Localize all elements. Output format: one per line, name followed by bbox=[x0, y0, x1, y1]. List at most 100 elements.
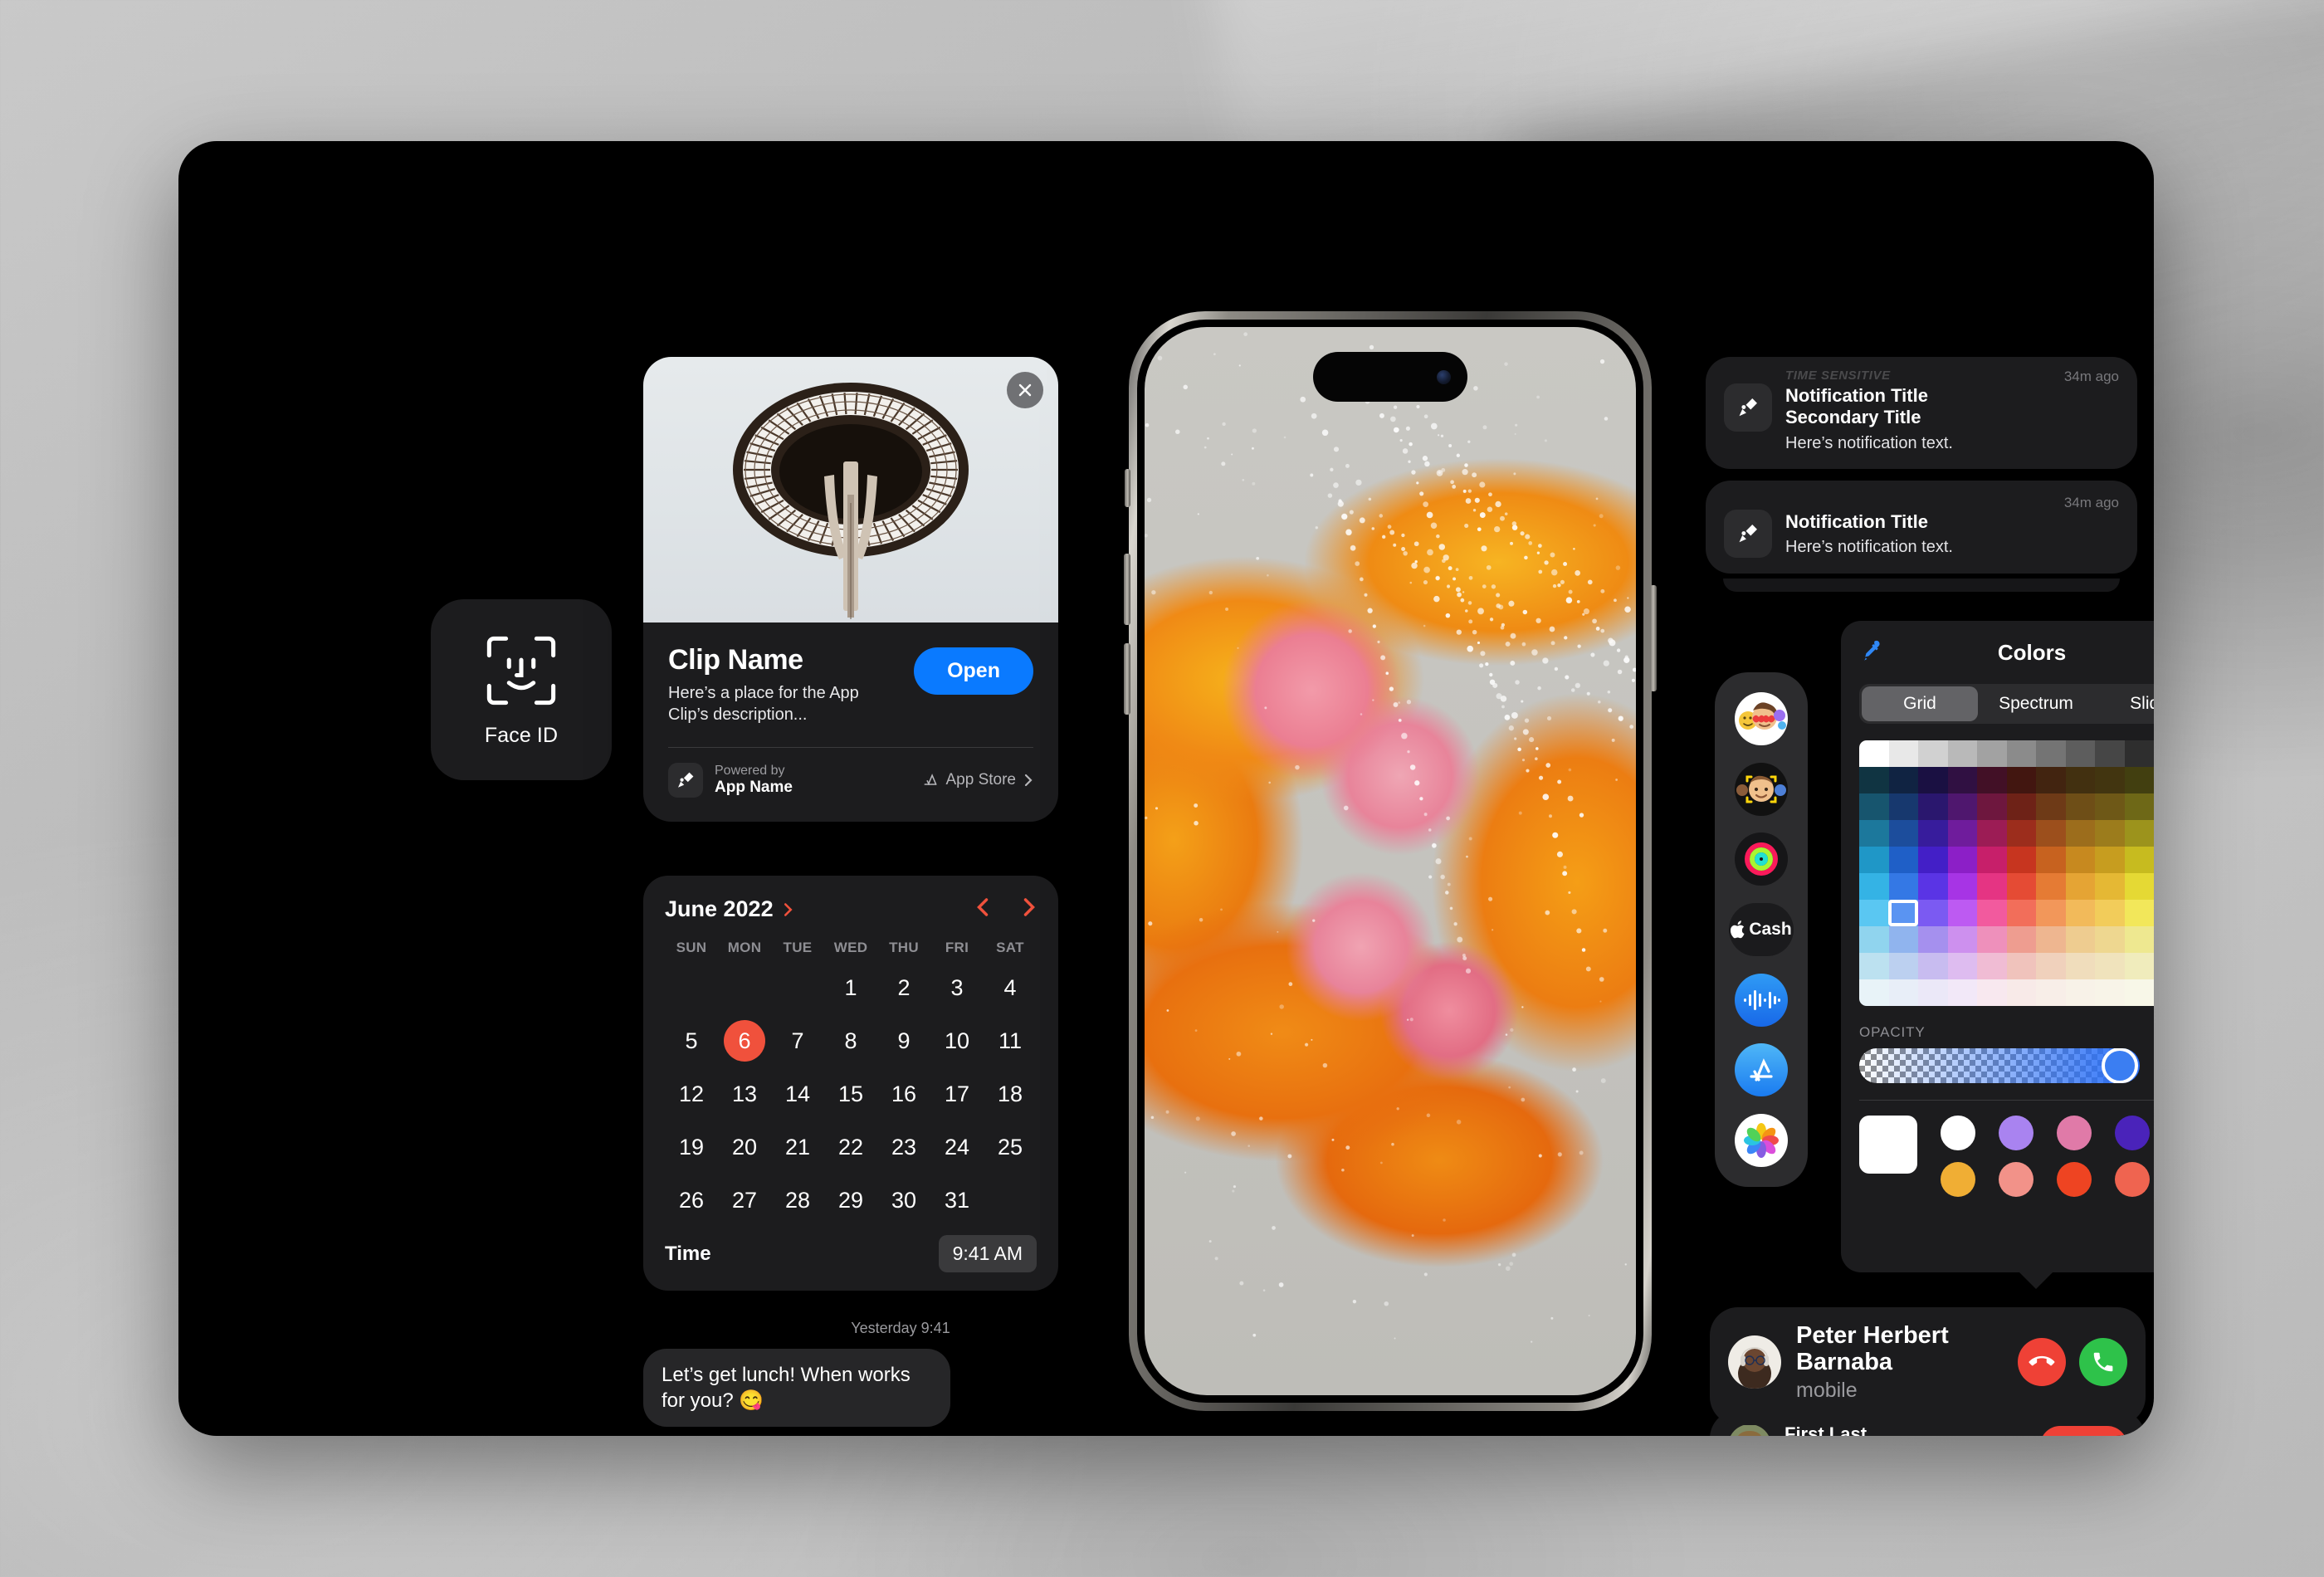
calendar-next-button[interactable] bbox=[1022, 896, 1037, 923]
color-cell[interactable] bbox=[1888, 926, 1918, 953]
calendar-day[interactable]: 4 bbox=[989, 967, 1031, 1008]
color-cell[interactable] bbox=[1859, 873, 1889, 900]
color-cell[interactable] bbox=[2036, 740, 2066, 767]
calendar-day-grid[interactable]: 1 2 3 4 5 6 7 8 9 10 11 12 13 14 15 16 17 18 19 20 21 22 23 24 2… bbox=[665, 961, 1037, 1227]
calendar-day-cell[interactable]: 26 bbox=[665, 1174, 718, 1227]
calendar-day[interactable]: 13 bbox=[724, 1073, 765, 1115]
calendar-day[interactable]: 29 bbox=[830, 1179, 872, 1221]
color-cell[interactable] bbox=[1977, 979, 2007, 1006]
color-cell[interactable] bbox=[1977, 740, 2007, 767]
calendar-selected-day[interactable]: 6 bbox=[724, 1020, 765, 1062]
color-swatch[interactable] bbox=[2115, 1116, 2150, 1150]
color-cell[interactable] bbox=[2095, 847, 2125, 873]
color-cell[interactable] bbox=[1888, 873, 1918, 900]
apple-cash-icon[interactable]: Cash bbox=[1729, 902, 1794, 956]
color-cell[interactable] bbox=[1888, 740, 1918, 767]
color-cell[interactable] bbox=[2006, 793, 2036, 820]
color-cell[interactable] bbox=[1859, 926, 1889, 953]
color-cell[interactable] bbox=[1947, 953, 1977, 979]
calendar-day[interactable]: 15 bbox=[830, 1073, 872, 1115]
color-cell[interactable] bbox=[1918, 900, 1948, 926]
open-button[interactable]: Open bbox=[914, 647, 1033, 695]
volume-up-button[interactable] bbox=[1124, 554, 1130, 625]
fitness-icon[interactable] bbox=[1735, 832, 1788, 886]
color-cell[interactable] bbox=[1977, 900, 2007, 926]
calendar-day-cell[interactable]: 23 bbox=[877, 1120, 930, 1174]
calendar-day[interactable]: 7 bbox=[777, 1020, 818, 1062]
color-cell[interactable] bbox=[2006, 767, 2036, 793]
color-cell[interactable] bbox=[1859, 793, 1889, 820]
calendar-day[interactable]: 3 bbox=[936, 967, 978, 1008]
color-cell[interactable] bbox=[2065, 740, 2095, 767]
color-cell[interactable] bbox=[1918, 847, 1948, 873]
calendar-day[interactable]: 10 bbox=[936, 1020, 978, 1062]
photos-icon[interactable] bbox=[1735, 1113, 1788, 1167]
color-cell[interactable] bbox=[1859, 820, 1889, 847]
calendar-day[interactable]: 21 bbox=[777, 1126, 818, 1168]
app-store-link[interactable]: App Store bbox=[922, 771, 1034, 789]
color-cell[interactable] bbox=[2095, 979, 2125, 1006]
opacity-slider-knob[interactable] bbox=[2102, 1048, 2138, 1083]
color-cell[interactable] bbox=[1888, 847, 1918, 873]
calendar-day[interactable]: 20 bbox=[724, 1126, 765, 1168]
calendar-day-cell[interactable]: 7 bbox=[771, 1014, 824, 1067]
color-cell[interactable] bbox=[1947, 900, 1977, 926]
close-app-clip-button[interactable] bbox=[1007, 372, 1043, 408]
calendar-day-cell[interactable]: 18 bbox=[984, 1067, 1037, 1120]
color-cell[interactable] bbox=[1918, 820, 1948, 847]
color-cell[interactable] bbox=[2095, 873, 2125, 900]
color-cell[interactable] bbox=[2095, 900, 2125, 926]
calendar-day-cell[interactable]: 28 bbox=[771, 1174, 824, 1227]
color-cell[interactable] bbox=[2124, 820, 2154, 847]
color-cell[interactable] bbox=[1918, 793, 1948, 820]
decline-call-button[interactable] bbox=[2018, 1337, 2066, 1386]
color-cell[interactable] bbox=[2124, 979, 2154, 1006]
calendar-day[interactable]: 16 bbox=[883, 1073, 925, 1115]
calendar-month-button[interactable]: June 2022 bbox=[665, 896, 793, 922]
color-cell[interactable] bbox=[1888, 979, 1918, 1006]
face-id-widget[interactable]: Face ID bbox=[431, 599, 612, 780]
audio-message-icon[interactable] bbox=[1735, 973, 1788, 1027]
calendar-day[interactable]: 19 bbox=[671, 1126, 712, 1168]
calendar-day-cell[interactable]: 14 bbox=[771, 1067, 824, 1120]
calendar-day-cell[interactable]: 6 bbox=[718, 1014, 771, 1067]
color-cell[interactable] bbox=[1859, 740, 1889, 767]
calendar-day[interactable]: 12 bbox=[671, 1073, 712, 1115]
color-cell[interactable] bbox=[2036, 820, 2066, 847]
eyedropper-button[interactable] bbox=[1859, 638, 1884, 667]
color-swatch[interactable] bbox=[2057, 1116, 2092, 1150]
calendar-day[interactable]: 2 bbox=[883, 967, 925, 1008]
color-cell[interactable] bbox=[2006, 900, 2036, 926]
color-cell[interactable] bbox=[2065, 793, 2095, 820]
calendar-time-value[interactable]: 9:41 AM bbox=[938, 1235, 1037, 1272]
calendar-day-cell[interactable]: 19 bbox=[665, 1120, 718, 1174]
color-cell[interactable] bbox=[1859, 767, 1889, 793]
current-color-swatch[interactable] bbox=[1859, 1116, 1917, 1174]
color-cell[interactable] bbox=[2065, 767, 2095, 793]
color-cell[interactable] bbox=[1947, 793, 1977, 820]
color-cell[interactable] bbox=[1918, 767, 1948, 793]
picker-mode-spectrum[interactable]: Spectrum bbox=[1978, 686, 2094, 721]
color-cell[interactable] bbox=[2036, 900, 2066, 926]
color-cell[interactable] bbox=[1977, 767, 2007, 793]
color-cell[interactable] bbox=[2065, 820, 2095, 847]
calendar-day-cell[interactable]: 25 bbox=[984, 1120, 1037, 1174]
color-cell[interactable] bbox=[2036, 873, 2066, 900]
stickers-icon[interactable] bbox=[1735, 692, 1788, 746]
color-cell[interactable] bbox=[2124, 767, 2154, 793]
accept-call-button[interactable] bbox=[2079, 1337, 2127, 1386]
notification-card[interactable]: 34m ago Notification Title Here’s notifica… bbox=[1706, 480, 2137, 574]
color-swatch[interactable] bbox=[1941, 1116, 1975, 1150]
color-cell[interactable] bbox=[1888, 900, 1918, 926]
color-cell[interactable] bbox=[1947, 926, 1977, 953]
color-cell[interactable] bbox=[2065, 873, 2095, 900]
color-cell[interactable] bbox=[2036, 953, 2066, 979]
calendar-day-cell[interactable]: 8 bbox=[824, 1014, 877, 1067]
dynamic-island[interactable] bbox=[1313, 352, 1467, 402]
color-cell[interactable] bbox=[2006, 740, 2036, 767]
calendar-day[interactable]: 14 bbox=[777, 1073, 818, 1115]
color-cell[interactable] bbox=[1859, 953, 1889, 979]
color-cell[interactable] bbox=[1918, 979, 1948, 1006]
color-swatch[interactable] bbox=[1941, 1162, 1975, 1197]
color-cell[interactable] bbox=[2006, 953, 2036, 979]
